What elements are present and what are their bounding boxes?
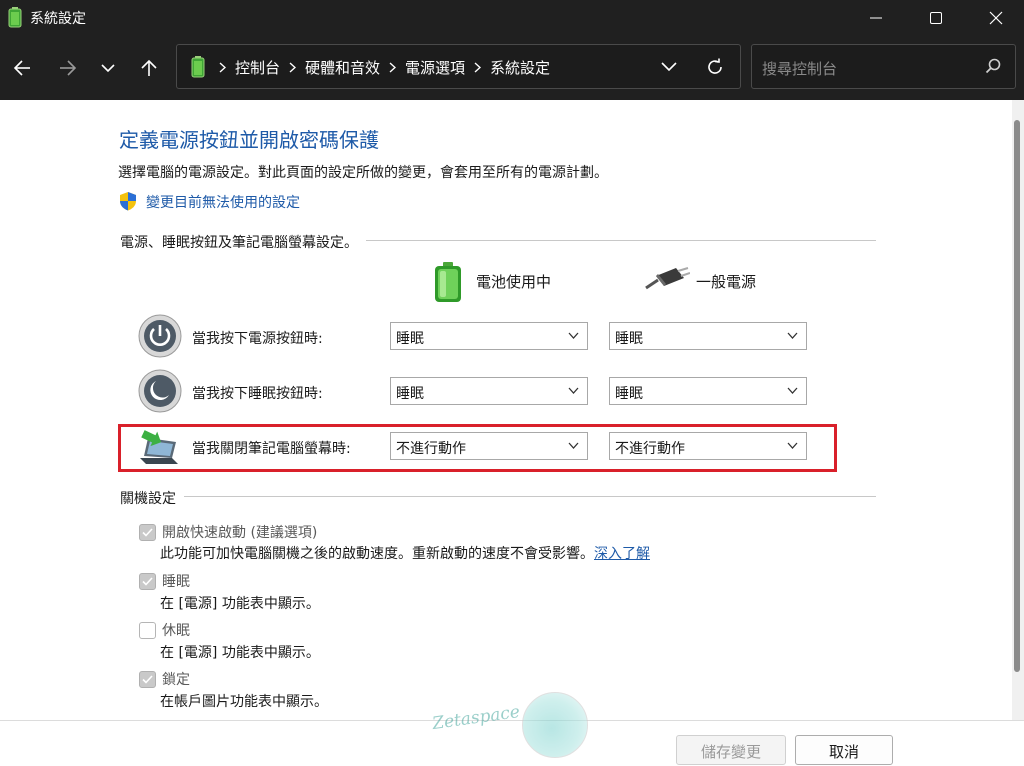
arrow-left-icon bbox=[13, 60, 30, 76]
uac-shield-icon bbox=[120, 192, 136, 211]
power-buttons-group-label: 電源、睡眠按鈕及筆記電腦螢幕設定。 bbox=[120, 232, 366, 252]
shutdown-group-label: 關機設定 bbox=[120, 488, 184, 508]
laptop-lid-icon bbox=[140, 430, 178, 464]
window-title: 系統設定 bbox=[30, 11, 86, 27]
lid-close-battery-select[interactable]: 不進行動作 bbox=[390, 432, 588, 460]
power-button-label: 當我按下電源按鈕時: bbox=[192, 331, 323, 347]
search-icon bbox=[985, 58, 1001, 74]
breadcrumb-control-panel[interactable]: 控制台 bbox=[235, 57, 280, 78]
minimize-icon bbox=[870, 17, 882, 19]
arrow-up-icon bbox=[141, 59, 157, 76]
lid-close-label: 當我關閉筆記電腦螢幕時: bbox=[192, 441, 351, 457]
power-button-plugged-select[interactable]: 睡眠 bbox=[609, 322, 807, 350]
battery-app-icon bbox=[8, 7, 22, 28]
sleep-checkbox[interactable] bbox=[139, 573, 156, 590]
title-bar: 系統設定 bbox=[0, 0, 1024, 36]
battery-icon bbox=[435, 262, 461, 302]
vertical-scrollbar[interactable] bbox=[1012, 100, 1024, 720]
feather-logo-icon bbox=[522, 692, 588, 758]
page-title: 定義電源按鈕並開啟密碼保護 bbox=[119, 128, 379, 152]
fast-startup-label: 開啟快速啟動 (建議選項) bbox=[162, 525, 318, 541]
chevron-right-icon bbox=[474, 59, 482, 77]
power-plug-icon bbox=[645, 267, 690, 290]
lock-option-description: 在帳戶圖片功能表中顯示。 bbox=[160, 694, 328, 710]
power-button-battery-select[interactable]: 睡眠 bbox=[390, 322, 588, 350]
fast-startup-checkbox[interactable] bbox=[139, 524, 156, 541]
breadcrumb-hardware-sound[interactable]: 硬體和音效 bbox=[305, 57, 380, 78]
back-button[interactable] bbox=[5, 52, 39, 84]
sleep-option-label: 睡眠 bbox=[162, 574, 190, 590]
address-history-button[interactable] bbox=[654, 53, 684, 81]
chevron-down-icon bbox=[101, 64, 115, 73]
hibernate-checkbox[interactable] bbox=[139, 622, 156, 639]
lock-checkbox[interactable] bbox=[139, 671, 156, 688]
group-divider bbox=[120, 496, 876, 497]
content-pane: 定義電源按鈕並開啟密碼保護 選擇電腦的電源設定。對此頁面的設定所做的變更，會套用… bbox=[0, 100, 1012, 720]
breadcrumb-system-settings[interactable]: 系統設定 bbox=[490, 57, 550, 78]
chevron-down-icon bbox=[568, 442, 579, 449]
sleep-button-battery-select[interactable]: 睡眠 bbox=[390, 377, 588, 405]
chevron-right-icon bbox=[389, 59, 397, 77]
lid-close-plugged-select[interactable]: 不進行動作 bbox=[609, 432, 807, 460]
change-unavailable-settings-link[interactable]: 變更目前無法使用的設定 bbox=[146, 192, 300, 212]
close-icon bbox=[989, 11, 1003, 25]
watermark: Zetaspace bbox=[430, 690, 600, 760]
hibernate-option-label: 休眠 bbox=[162, 623, 190, 639]
checkmark-icon bbox=[142, 528, 153, 537]
lock-option-label: 鎖定 bbox=[162, 672, 190, 688]
sleep-button-icon bbox=[138, 369, 182, 413]
learn-more-link[interactable]: 深入了解 bbox=[594, 546, 650, 562]
scrollbar-thumb[interactable] bbox=[1014, 120, 1020, 672]
sleep-option-description: 在 [電源] 功能表中顯示。 bbox=[160, 596, 320, 612]
up-button[interactable] bbox=[132, 52, 166, 84]
watermark-text: Zetaspace bbox=[431, 701, 522, 735]
page-description: 選擇電腦的電源設定。對此頁面的設定所做的變更，會套用至所有的電源計劃。 bbox=[118, 165, 608, 181]
cancel-button[interactable]: 取消 bbox=[795, 735, 893, 765]
forward-button[interactable] bbox=[51, 52, 85, 84]
plugged-column-label: 一般電源 bbox=[696, 273, 757, 291]
battery-column-label: 電池使用中 bbox=[476, 273, 552, 291]
chevron-right-icon bbox=[219, 59, 227, 77]
checkmark-icon bbox=[142, 675, 153, 684]
recent-locations-button[interactable] bbox=[91, 52, 125, 84]
breadcrumb: 控制台 硬體和音效 電源選項 系統設定 bbox=[215, 57, 550, 78]
chevron-down-icon bbox=[568, 332, 579, 339]
maximize-icon bbox=[930, 12, 942, 24]
chevron-down-icon bbox=[787, 442, 798, 449]
search-input[interactable]: 搜尋控制台 bbox=[762, 58, 837, 79]
sleep-button-plugged-select[interactable]: 睡眠 bbox=[609, 377, 807, 405]
breadcrumb-power-options[interactable]: 電源選項 bbox=[405, 57, 465, 78]
save-changes-button[interactable]: 儲存變更 bbox=[676, 735, 786, 765]
navigation-bar: 控制台 硬體和音效 電源選項 系統設定 搜尋控制台 bbox=[0, 36, 1024, 100]
checkmark-icon bbox=[142, 577, 153, 586]
chevron-down-icon bbox=[787, 332, 798, 339]
search-box[interactable]: 搜尋控制台 bbox=[751, 44, 1016, 89]
refresh-icon bbox=[708, 58, 722, 74]
sleep-button-label: 當我按下睡眠按鈕時: bbox=[192, 386, 323, 402]
maximize-button[interactable] bbox=[908, 0, 964, 36]
close-button[interactable] bbox=[968, 0, 1024, 36]
chevron-right-icon bbox=[289, 59, 297, 77]
hibernate-option-description: 在 [電源] 功能表中顯示。 bbox=[160, 645, 320, 661]
chevron-down-icon bbox=[568, 387, 579, 394]
chevron-down-icon bbox=[787, 387, 798, 394]
arrow-right-icon bbox=[60, 60, 77, 76]
chevron-down-icon bbox=[661, 62, 677, 72]
fast-startup-description: 此功能可加快電腦關機之後的啟動速度。重新啟動的速度不會受影響。深入了解 bbox=[160, 546, 650, 562]
minimize-button[interactable] bbox=[848, 0, 904, 36]
address-bar[interactable]: 控制台 硬體和音效 電源選項 系統設定 bbox=[176, 44, 741, 89]
power-button-icon bbox=[138, 314, 182, 358]
battery-location-icon bbox=[191, 56, 205, 78]
refresh-button[interactable] bbox=[700, 53, 730, 81]
